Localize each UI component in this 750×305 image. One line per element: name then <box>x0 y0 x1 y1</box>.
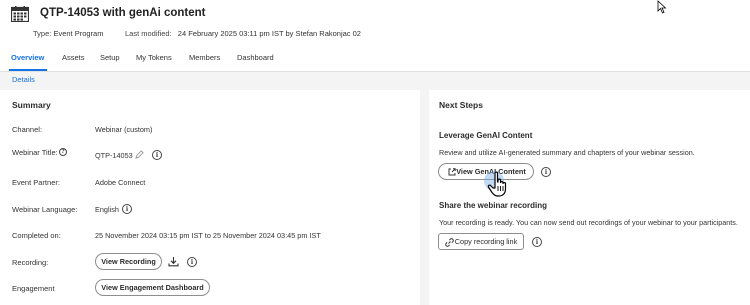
completed-on-label: Completed on: <box>12 231 61 240</box>
info-icon[interactable]: i <box>532 237 542 247</box>
webinar-title-value: QTP-14053 <box>95 151 133 160</box>
link-icon <box>445 238 454 247</box>
copy-recording-link-button[interactable]: Copy recording link <box>438 233 524 250</box>
next-steps-heading: Next Steps <box>439 100 483 110</box>
type-meta: Type: Event Program <box>33 29 103 38</box>
tab-overview[interactable]: Overview <box>11 53 44 62</box>
info-icon[interactable]: i <box>541 167 551 177</box>
details-link[interactable]: Details <box>12 75 35 84</box>
genai-description: Review and utilize AI-generated summary … <box>439 148 695 157</box>
info-icon[interactable]: i <box>122 204 132 214</box>
engagement-label: Engagement <box>12 284 55 293</box>
active-tab-indicator <box>9 69 47 71</box>
edit-pencil-icon[interactable] <box>135 150 144 159</box>
channel-value: Webinar (custom) <box>95 125 153 134</box>
info-icon[interactable]: i <box>152 150 162 160</box>
share-recording-description: Your recording is ready. You can now sen… <box>439 218 738 227</box>
event-partner-value: Adobe Connect <box>95 178 146 187</box>
modified-label: Last modified: <box>125 29 172 38</box>
summary-heading: Summary <box>12 100 51 110</box>
mouse-pointer-icon <box>657 0 667 14</box>
tab-members[interactable]: Members <box>189 53 220 62</box>
event-partner-label: Event Partner: <box>12 178 60 187</box>
webinar-language-value: English <box>95 205 119 214</box>
type-value: Event Program <box>53 29 104 38</box>
view-engagement-dashboard-button[interactable]: View Engagement Dashboard <box>95 279 210 296</box>
view-recording-button[interactable]: View Recording <box>95 253 162 270</box>
tab-setup[interactable]: Setup <box>100 53 120 62</box>
page-title: QTP-14053 with genAi content <box>40 7 206 19</box>
download-icon[interactable] <box>168 256 179 267</box>
tab-assets[interactable]: Assets <box>62 53 85 62</box>
channel-label: Channel: <box>12 125 43 134</box>
info-icon[interactable]: i <box>187 257 197 267</box>
recording-label: Recording: <box>12 258 49 267</box>
summary-card: Summary Channel: Webinar (custom) Webina… <box>0 90 420 305</box>
webinar-title-label: Webinar Title: <box>12 148 58 157</box>
next-steps-card: Next Steps Leverage GenAI Content Review… <box>429 90 750 305</box>
share-recording-heading: Share the webinar recording <box>439 201 548 210</box>
tab-my-tokens[interactable]: My Tokens <box>136 53 172 62</box>
help-icon[interactable]: ? <box>59 148 67 156</box>
modified-meta: Last modified: 24 February 2025 03:11 pm… <box>125 29 361 38</box>
program-header: QTP-14053 with genAi content Type: Event… <box>0 0 750 44</box>
type-label: Type: <box>33 29 52 38</box>
tab-dashboard[interactable]: Dashboard <box>237 53 274 62</box>
webinar-language-label: Webinar Language: <box>12 205 78 214</box>
open-external-icon <box>448 168 456 176</box>
tab-bar: Overview Assets Setup My Tokens Members … <box>0 44 750 72</box>
genai-heading: Leverage GenAI Content <box>439 131 533 140</box>
modified-value: 24 February 2025 03:11 pm IST by Stefan … <box>177 29 361 38</box>
hand-pointer-icon <box>487 171 507 197</box>
completed-on-value: 25 November 2024 03:15 pm IST to 25 Nove… <box>95 231 321 240</box>
calendar-grid-icon <box>11 6 29 22</box>
copy-recording-link-label: Copy recording link <box>454 237 518 246</box>
